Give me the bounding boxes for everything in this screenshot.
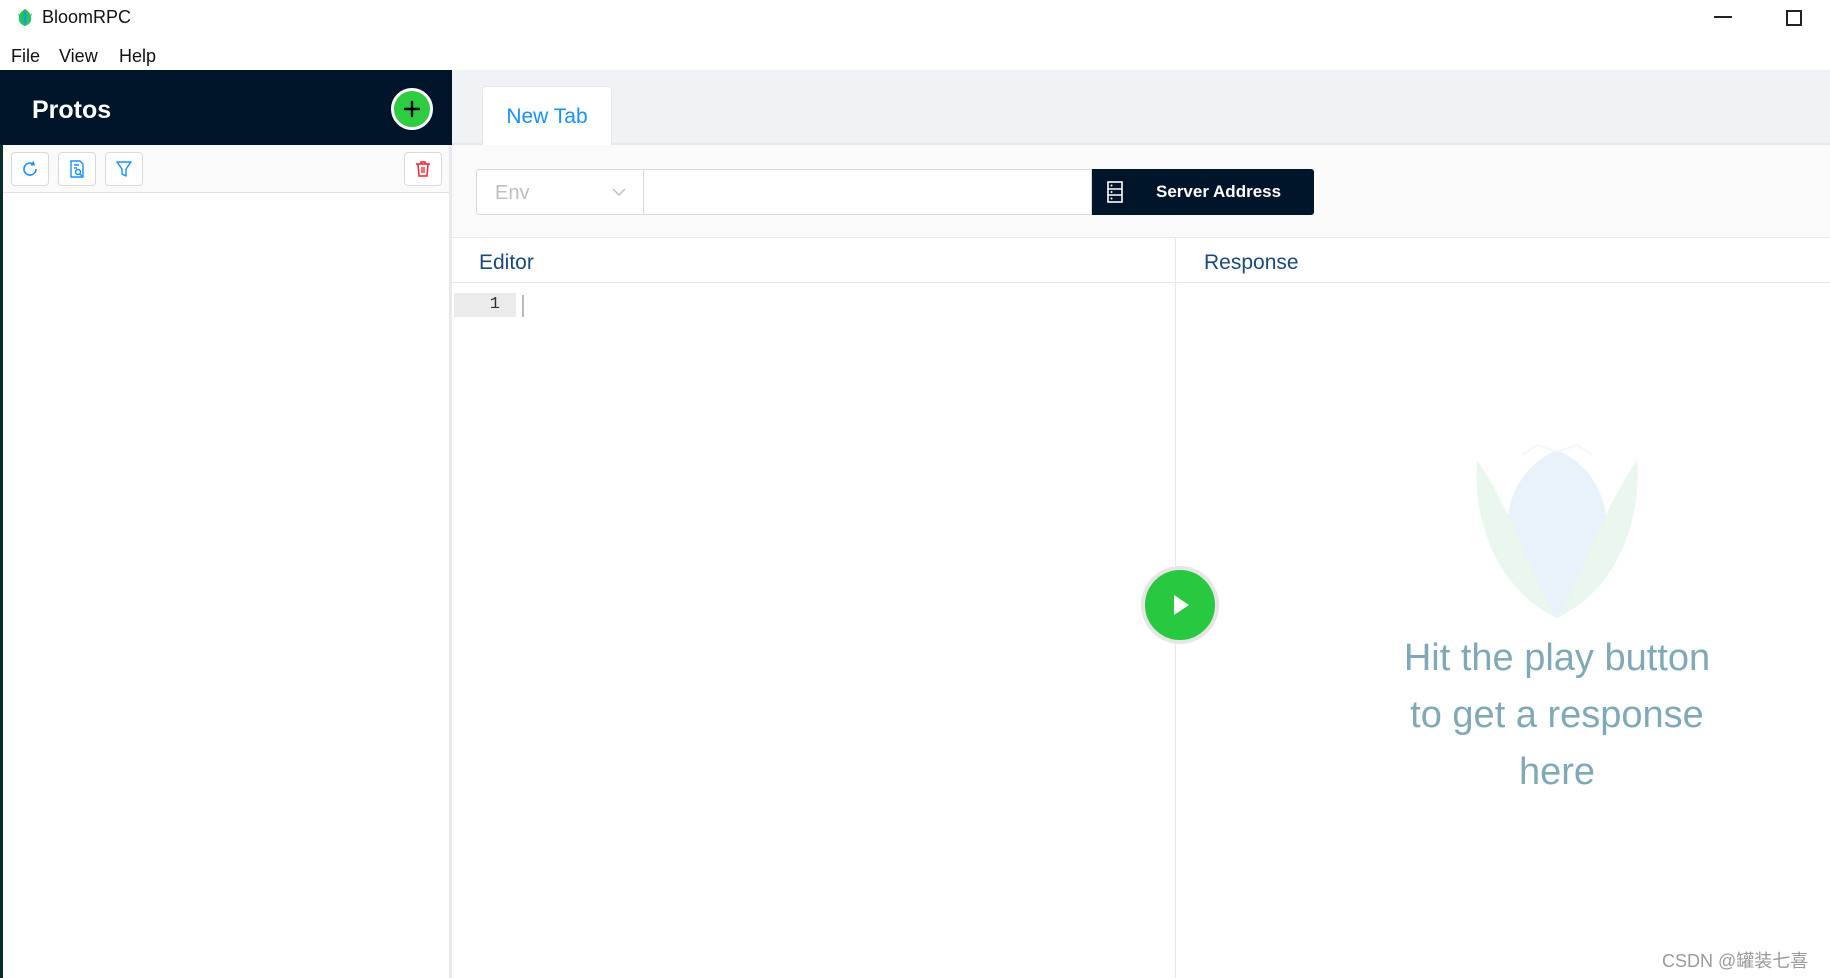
title-bar: BloomRPC <box>0 0 1830 34</box>
line-number: 1 <box>489 295 500 314</box>
play-button[interactable] <box>1141 566 1219 644</box>
line-number-gutter: 1 <box>454 293 516 317</box>
add-proto-button[interactable] <box>391 88 433 130</box>
database-icon <box>1107 181 1123 203</box>
protos-sidebar <box>0 70 452 978</box>
response-header: Response <box>1177 238 1830 283</box>
tab-bar: New Tab <box>452 70 1830 145</box>
response-hint: Hit the play button to get a response he… <box>1357 630 1757 801</box>
minimize-button[interactable] <box>1714 16 1732 18</box>
env-select[interactable]: Env <box>476 169 644 215</box>
protos-title: Protos <box>32 96 112 124</box>
maximize-button[interactable] <box>1786 10 1802 26</box>
reload-protos-button[interactable] <box>11 152 49 186</box>
protos-toolbar <box>3 145 449 193</box>
hint-line: Hit the play button <box>1403 637 1711 679</box>
window-title: BloomRPC <box>42 7 132 27</box>
env-placeholder: Env <box>495 182 530 204</box>
editor-pane: Editor 1 <box>452 238 1176 978</box>
import-paths-button[interactable] <box>58 152 96 186</box>
response-title: Response <box>1204 251 1299 274</box>
server-address-label: Server Address <box>1156 182 1282 201</box>
menu-file[interactable]: File <box>11 46 40 67</box>
trash-icon <box>416 161 430 177</box>
tab-new-tab[interactable]: New Tab <box>482 86 612 145</box>
menu-view[interactable]: View <box>59 46 98 67</box>
menu-help[interactable]: Help <box>119 46 156 67</box>
plus-icon <box>403 100 421 118</box>
chevron-down-icon <box>612 188 626 197</box>
editor-header: Editor <box>452 238 1175 283</box>
server-address-button[interactable]: Server Address <box>1092 169 1314 215</box>
filter-methods-button[interactable] <box>105 152 143 186</box>
protos-header: Protos <box>0 70 452 145</box>
server-address-input[interactable] <box>644 169 1092 215</box>
address-row: Env Server Address <box>452 145 1830 238</box>
refresh-icon <box>23 161 37 176</box>
play-icon <box>1174 595 1189 615</box>
editor-title: Editor <box>479 251 534 274</box>
hint-line: here <box>1518 751 1596 793</box>
bloomrpc-logo-icon <box>18 9 32 26</box>
delete-all-protos-button[interactable] <box>404 152 442 186</box>
bloomrpc-tulip-icon <box>1476 443 1638 618</box>
filter-icon <box>116 161 132 177</box>
hint-line: to get a response <box>1410 694 1704 736</box>
tab-label: New Tab <box>506 105 588 128</box>
text-cursor[interactable] <box>522 295 524 317</box>
watermark: CSDN @罐装七喜 <box>1662 951 1809 971</box>
file-search-icon <box>70 160 84 178</box>
sidebar-edge <box>0 70 3 978</box>
